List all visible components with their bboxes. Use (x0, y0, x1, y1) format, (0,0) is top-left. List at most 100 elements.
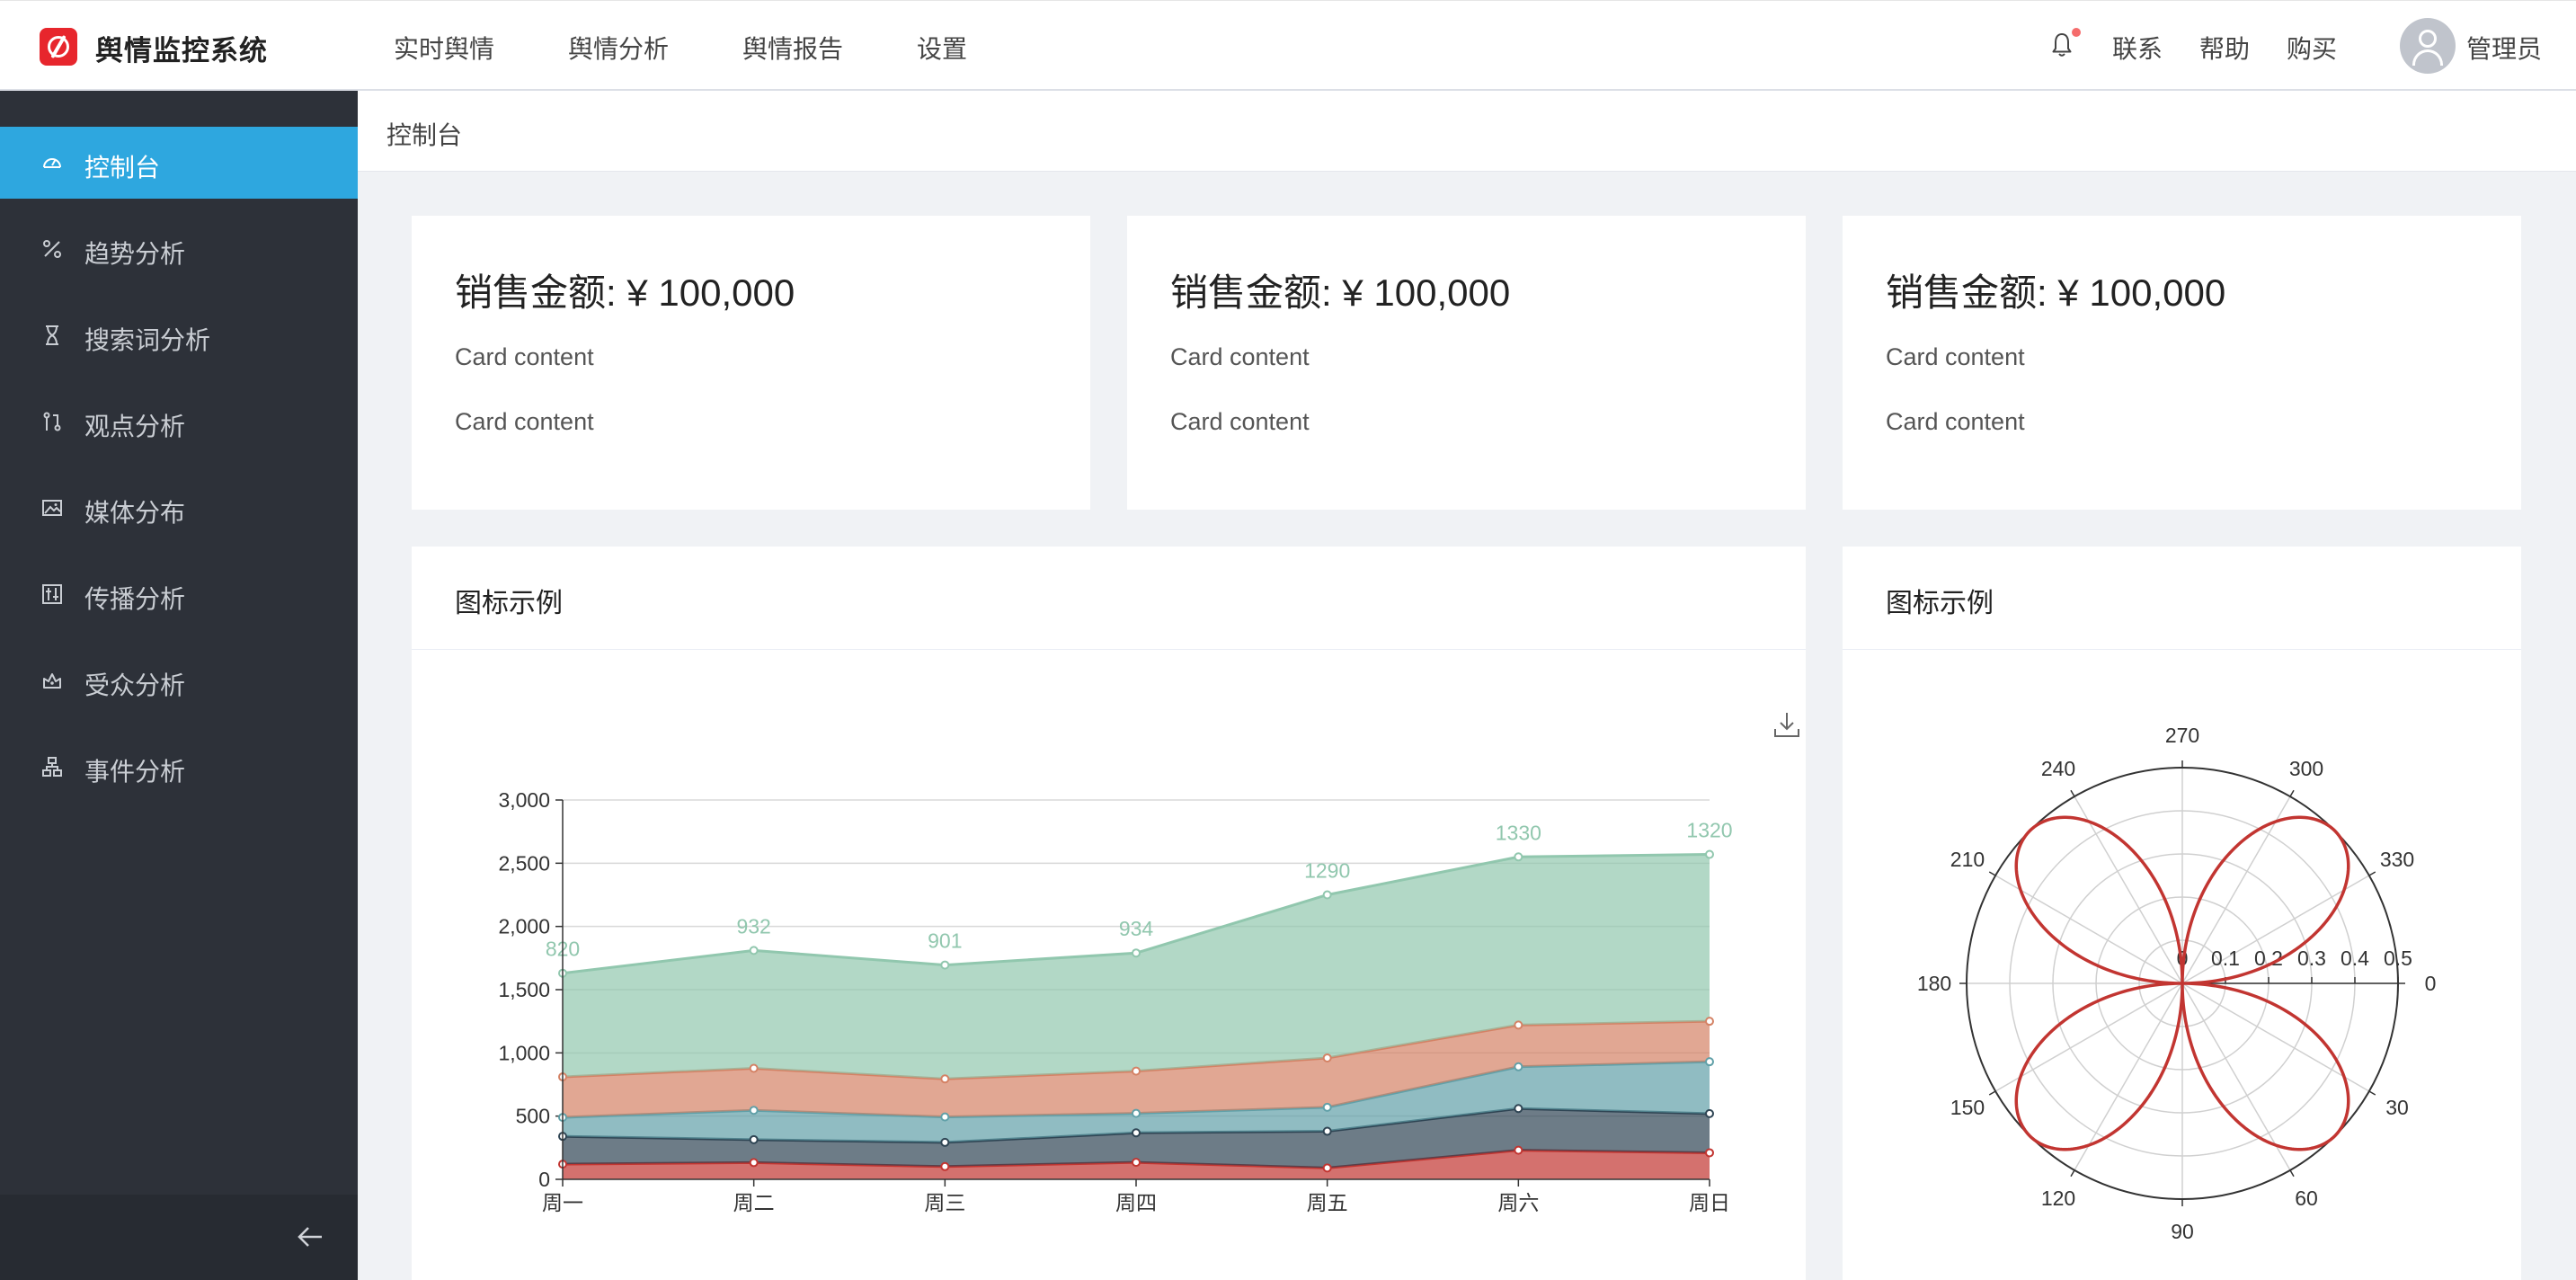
arrow-left-icon[interactable] (297, 1225, 324, 1249)
angle-tick-mark (2289, 789, 2295, 797)
area-chart-panel: 图标示例 0 500 1,000 1,500 2,000 2,500 3,000 820 932… (412, 547, 1806, 1280)
radius-label: 0.5 (2384, 947, 2412, 970)
y-tick-label: 500 (516, 1105, 550, 1128)
dashboard-icon (43, 158, 61, 168)
x-tick-label: 周六 (1497, 1191, 1539, 1214)
picture-icon (42, 500, 62, 516)
angle-label: 180 (1917, 972, 1951, 995)
sidebar-item-label: 观点分析 (84, 413, 186, 440)
angle-label: 270 (2165, 724, 2199, 747)
polar-chart-panel: 图标示例 0 30 60 90 120 150 180 210 240 270 300 330 0 0.1… (1843, 547, 2521, 1280)
area-chart: 05001,0001,5002,0002,5003,00082093290193… (498, 788, 1732, 1214)
card-content: Card content (1886, 408, 2025, 435)
data-label: 1320 (1686, 818, 1732, 841)
x-tick-label: 周一 (542, 1191, 583, 1214)
data-label: 901 (928, 929, 962, 953)
nav-report[interactable]: 舆情报告 (742, 30, 843, 66)
nav-realtime[interactable]: 实时舆情 (394, 30, 494, 66)
y-tick-label: 1,000 (498, 1041, 550, 1064)
polar-chart: 03060901201501802102402703003300 0.1 0.2 0.… (1917, 724, 2437, 1243)
data-point (1705, 1148, 1714, 1158)
sidebar: 控制台 趋势分析 搜索词分析 观点分析 媒体分布 传播分析 受众分析 事件分析 (0, 91, 358, 1280)
data-point (1705, 1057, 1714, 1067)
angle-tick-mark (1988, 871, 1996, 876)
data-label: 932 (736, 914, 770, 938)
x-tick-label: 周三 (924, 1191, 965, 1214)
sidebar-item-label: 搜索词分析 (84, 326, 211, 354)
angle-label: 90 (2171, 1220, 2194, 1243)
sidebar-item-media[interactable]: 媒体分布 (0, 472, 358, 544)
bell-icon[interactable] (2051, 31, 2073, 58)
angle-tick-mark (2070, 789, 2075, 797)
data-point (1132, 1158, 1141, 1168)
data-point (1705, 849, 1714, 859)
x-tick-label: 周日 (1689, 1191, 1730, 1214)
sidebar-item-label: 控制台 (84, 154, 161, 182)
data-point (1322, 1126, 1332, 1136)
card-content: Card content (1170, 408, 1310, 435)
angle-label: 240 (2041, 757, 2075, 780)
sidebar-item-search-terms[interactable]: 搜索词分析 (0, 299, 358, 371)
angle-label: 60 (2295, 1187, 2318, 1210)
hourglass-icon (46, 325, 58, 345)
breadcrumb-current[interactable]: 控制台 (386, 116, 462, 152)
data-point (749, 1134, 759, 1144)
sidebar-item-label: 趋势分析 (84, 240, 186, 268)
angle-label: 330 (2380, 848, 2414, 871)
notification-dot (2072, 28, 2081, 37)
data-point (1132, 1066, 1141, 1076)
sliders-icon (42, 584, 62, 604)
sidebar-item-opinion[interactable]: 观点分析 (0, 386, 358, 458)
app-title: 舆情监控系统 (95, 35, 268, 67)
x-tick-label: 周四 (1115, 1191, 1157, 1214)
angle-tick-mark (2368, 871, 2376, 876)
stat-card: 销售金额: ¥ 100,000 Card content Card conten… (1127, 216, 1806, 510)
stat-card: 销售金额: ¥ 100,000 Card content Card conten… (1843, 216, 2521, 510)
nav-analysis[interactable]: 舆情分析 (568, 30, 669, 66)
crown-icon (43, 673, 61, 689)
y-tick-label: 3,000 (498, 788, 550, 812)
card-content: Card content (455, 408, 594, 435)
sidebar-item-label: 受众分析 (84, 671, 186, 699)
data-point (749, 1063, 759, 1073)
app-logo-icon[interactable] (40, 28, 77, 66)
angle-tick-mark (1988, 1090, 1996, 1096)
data-label: 934 (1119, 917, 1154, 940)
angle-tick-mark (2368, 1090, 2376, 1096)
x-tick-label: 周五 (1307, 1191, 1348, 1214)
data-point (1514, 1104, 1523, 1114)
data-point (940, 1074, 950, 1084)
polar-spoke (1994, 875, 2183, 984)
branch-icon (43, 412, 61, 431)
help-link[interactable]: 帮助 (2199, 30, 2250, 66)
data-label: 1330 (1496, 821, 1541, 844)
y-tick-label: 2,500 (498, 851, 550, 875)
data-point (940, 960, 950, 970)
card-content: Card content (1886, 343, 2025, 370)
data-point (1514, 1062, 1523, 1071)
nav-settings[interactable]: 设置 (917, 30, 967, 66)
card-content: Card content (455, 343, 594, 370)
data-point (1514, 852, 1523, 862)
data-point (1705, 1108, 1714, 1118)
card-title: 销售金额: ¥ 100,000 (1886, 271, 2226, 314)
sidebar-item-events[interactable]: 事件分析 (0, 731, 358, 803)
username[interactable]: 管理员 (2466, 30, 2542, 66)
data-point (749, 1106, 759, 1116)
angle-tick-mark (2289, 1169, 2295, 1178)
contact-link[interactable]: 联系 (2112, 30, 2163, 66)
angle-label: 120 (2041, 1187, 2075, 1210)
avatar[interactable] (2400, 18, 2456, 74)
data-point (749, 1158, 759, 1168)
angle-label: 0 (2425, 972, 2437, 995)
angle-label: 210 (1950, 848, 1985, 871)
sidebar-item-audience[interactable]: 受众分析 (0, 644, 358, 716)
polar-spoke (2074, 796, 2183, 984)
sidebar-item-label: 事件分析 (84, 758, 186, 786)
sidebar-item-dashboard[interactable]: 控制台 (0, 127, 358, 199)
buy-link[interactable]: 购买 (2287, 30, 2337, 66)
data-point (1132, 948, 1141, 958)
card-title: 销售金额: ¥ 100,000 (455, 271, 795, 314)
sidebar-item-spread[interactable]: 传播分析 (0, 558, 358, 630)
sidebar-item-trend[interactable]: 趋势分析 (0, 213, 358, 285)
